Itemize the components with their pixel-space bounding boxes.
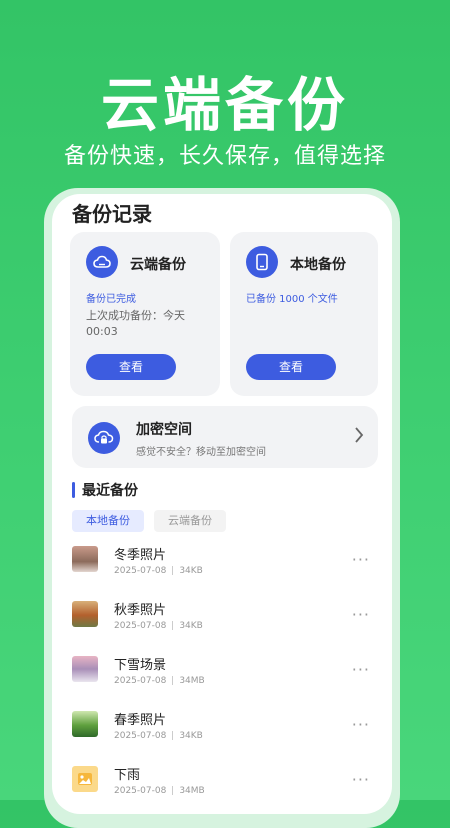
page-title: 备份记录 — [72, 202, 152, 226]
secure-space-card[interactable]: 加密空间 感觉不安全？移动至加密空间 — [72, 406, 378, 468]
image-placeholder-icon — [72, 766, 98, 792]
autumn-photo-thumbnail — [72, 601, 98, 627]
more-icon[interactable]: ··· — [352, 770, 370, 789]
list-item[interactable]: 秋季照片 2025-07-08 34KB ··· — [72, 599, 382, 645]
phone-screen: 备份记录 云端备份 备份已完成 上次成功备份：今天00:03 查看 本地备份 已… — [52, 194, 392, 814]
section-accent-bar — [72, 482, 75, 498]
list-item[interactable]: 春季照片 2025-07-08 34KB ··· — [72, 709, 382, 755]
local-backup-status: 已备份 1000 个文件 — [246, 294, 338, 305]
item-meta: 2025-07-08 34MB — [114, 786, 205, 796]
snow-scene-thumbnail — [72, 656, 98, 682]
chevron-right-icon — [354, 426, 364, 448]
lock-cloud-icon — [88, 422, 120, 454]
item-meta: 2025-07-08 34KB — [114, 621, 203, 631]
cloud-backup-title: 云端备份 — [130, 257, 186, 273]
cloud-backup-card[interactable]: 云端备份 备份已完成 上次成功备份：今天00:03 查看 — [70, 232, 220, 396]
more-icon[interactable]: ··· — [352, 660, 370, 679]
item-title: 下雪场景 — [114, 658, 167, 673]
tab-cloud-backup[interactable]: 云端备份 — [154, 510, 226, 532]
winter-photo-thumbnail — [72, 546, 98, 572]
tab-local-backup[interactable]: 本地备份 — [72, 510, 144, 532]
secure-space-title: 加密空间 — [136, 422, 192, 438]
local-backup-card[interactable]: 本地备份 已备份 1000 个文件 查看 — [230, 232, 378, 396]
cloud-view-button[interactable]: 查看 — [86, 354, 176, 380]
list-item[interactable]: 冬季照片 2025-07-08 34KB ··· — [72, 544, 382, 590]
item-meta: 2025-07-08 34KB — [114, 566, 203, 576]
list-item[interactable]: 下雨 2025-07-08 34MB ··· — [72, 764, 382, 810]
cloud-icon — [86, 246, 118, 278]
local-view-button[interactable]: 查看 — [246, 354, 336, 380]
recent-backup-title: 最近备份 — [82, 483, 138, 499]
item-title: 秋季照片 — [114, 603, 167, 618]
phone-icon — [246, 246, 278, 278]
more-icon[interactable]: ··· — [352, 605, 370, 624]
hero-subtitle: 备份快速，长久保存，值得选择 — [63, 144, 386, 169]
more-icon[interactable]: ··· — [352, 715, 370, 734]
more-icon[interactable]: ··· — [352, 550, 370, 569]
local-backup-title: 本地备份 — [290, 257, 346, 273]
spring-photo-thumbnail — [72, 711, 98, 737]
item-title: 春季照片 — [114, 713, 167, 728]
secure-space-subtitle: 感觉不安全？移动至加密空间 — [136, 447, 266, 458]
item-title: 下雨 — [114, 768, 141, 783]
list-item[interactable]: 下雪场景 2025-07-08 34MB ··· — [72, 654, 382, 700]
item-title: 冬季照片 — [114, 548, 167, 563]
cloud-backup-last-time: 上次成功备份：今天00:03 — [86, 309, 185, 338]
item-meta: 2025-07-08 34KB — [114, 731, 203, 741]
cloud-backup-status: 备份已完成 — [86, 294, 136, 305]
hero-title: 云端备份 — [100, 71, 349, 139]
item-meta: 2025-07-08 34MB — [114, 676, 205, 686]
